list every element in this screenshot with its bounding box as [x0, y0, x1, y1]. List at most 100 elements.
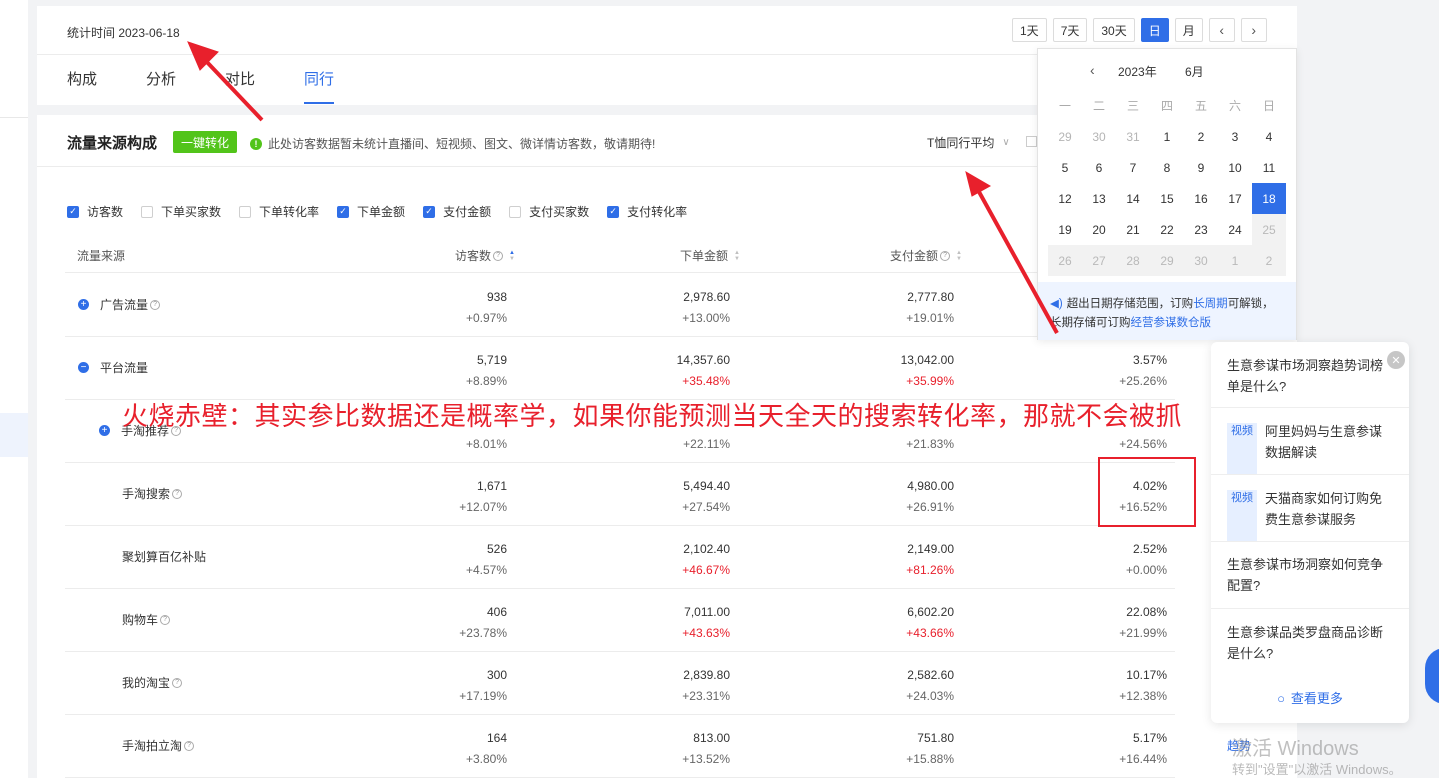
tab-composition[interactable]: 构成	[67, 68, 97, 104]
expand-icon[interactable]: +	[99, 425, 110, 436]
calendar-day[interactable]: 5	[1048, 152, 1082, 183]
checkbox-checked-icon[interactable]: ✓	[607, 205, 620, 218]
checkbox-unchecked-icon[interactable]	[509, 205, 522, 218]
help-article-1[interactable]: 生意参谋市场洞察趋势词榜单是什么?	[1211, 354, 1409, 408]
sort-icon[interactable]: ▲ ▼	[509, 250, 515, 262]
checkbox-checked-icon[interactable]: ✓	[423, 205, 436, 218]
tab-compare[interactable]: 对比	[225, 68, 255, 104]
calendar-day[interactable]: 9	[1184, 152, 1218, 183]
calendar-day[interactable]: 4	[1252, 121, 1286, 152]
calendar-day[interactable]: 31	[1116, 121, 1150, 152]
calendar-day[interactable]: 23	[1184, 214, 1218, 245]
metric-order-amount[interactable]: ✓ 下单金额	[337, 203, 405, 220]
long-period-link[interactable]: 长周期	[1193, 298, 1228, 310]
sidebar-active-highlight[interactable]	[0, 413, 28, 457]
checkbox-unchecked-icon[interactable]	[239, 205, 252, 218]
cell-value: 14,357.60	[676, 353, 730, 367]
table-row[interactable]: 手淘拍立淘? 164 +3.80% 813.00 +13.52% 751.80 +15.88…	[65, 715, 1175, 778]
table-row[interactable]: 我的淘宝? 300 +17.19% 2,839.80 +23.31% 2,582.60 +2…	[65, 652, 1175, 715]
calendar-day[interactable]: 1	[1150, 121, 1184, 152]
checkbox-checked-icon[interactable]: ✓	[337, 205, 350, 218]
metric-visitors[interactable]: ✓ 访客数	[67, 203, 123, 220]
collapse-icon[interactable]: −	[78, 362, 89, 373]
help-icon[interactable]: ?	[493, 250, 504, 261]
metric-pay-buyers[interactable]: 支付买家数	[509, 203, 589, 220]
sort-icon[interactable]: ▲ ▼	[734, 250, 740, 262]
calendar-day[interactable]: 21	[1116, 214, 1150, 245]
metric-pay-amount[interactable]: ✓ 支付金额	[423, 203, 491, 220]
range-day-button[interactable]: 日	[1140, 18, 1169, 42]
calendar-day[interactable]: 16	[1184, 183, 1218, 214]
calendar-day[interactable]: 22	[1150, 214, 1184, 245]
calendar-day[interactable]: 14	[1116, 183, 1150, 214]
calendar-day[interactable]: 24	[1218, 214, 1252, 245]
help-article-2[interactable]: 生意参谋市场洞察如何竞争配置?	[1211, 542, 1409, 609]
table-row[interactable]: 购物车? 406 +23.78% 7,011.00 +43.63% 6,602.20 +43…	[65, 589, 1175, 652]
calendar-day[interactable]: 3	[1218, 121, 1252, 152]
chevron-left-icon[interactable]: ‹	[1090, 62, 1095, 78]
table-row[interactable]: 聚划算百亿补贴 526 +4.57% 2,102.40 +46.67% 2,149.00 +…	[65, 526, 1175, 589]
sort-icon[interactable]: ▲ ▼	[956, 250, 962, 262]
calendar-day[interactable]: 13	[1082, 183, 1116, 214]
calendar-day[interactable]: 6	[1082, 152, 1116, 183]
col-pay-amount[interactable]: 支付金额? ▲ ▼	[890, 247, 962, 264]
footer-text: 可解锁，	[1227, 298, 1274, 310]
help-icon[interactable]: ?	[150, 299, 161, 310]
calendar-day[interactable]: 19	[1048, 214, 1082, 245]
metric-order-conversion[interactable]: 下单转化率	[239, 203, 319, 220]
prev-period-button[interactable]: ‹	[1208, 18, 1235, 42]
checkbox-checked-icon[interactable]: ✓	[67, 205, 79, 218]
calendar-day[interactable]: 15	[1150, 183, 1184, 214]
checkbox-unchecked-icon[interactable]	[141, 205, 154, 218]
data-warehouse-link[interactable]: 经营参谋数仓版	[1131, 317, 1212, 329]
range-30-day-button[interactable]: 30天	[1093, 18, 1135, 42]
help-icon[interactable]: ?	[184, 740, 195, 751]
calendar-day[interactable]: 11	[1252, 152, 1286, 183]
calendar-day[interactable]: 29	[1048, 121, 1082, 152]
range-7-day-button[interactable]: 7天	[1052, 18, 1088, 42]
metric-order-buyers[interactable]: 下单买家数	[141, 203, 221, 220]
one-click-convert-button[interactable]: 一键转化	[173, 131, 238, 153]
help-icon[interactable]: ?	[172, 488, 183, 499]
range-month-button[interactable]: 月	[1174, 18, 1203, 42]
calendar-day[interactable]: 17	[1218, 183, 1252, 214]
calendar-day[interactable]: 7	[1116, 152, 1150, 183]
table-row[interactable]: 手淘搜索? 1,671 +12.07% 5,494.40 +27.54% 4,980.00…	[65, 463, 1175, 526]
range-1-day-button[interactable]: 1天	[1012, 18, 1047, 42]
calendar-day-selected[interactable]: 18	[1252, 183, 1286, 214]
table-row[interactable]: − 平台流量 5,719 +8.89% 14,357.60 +35.48% 13,042.0…	[65, 337, 1175, 400]
calendar-day[interactable]: 2	[1184, 121, 1218, 152]
calendar-year[interactable]: 2023年	[1118, 63, 1157, 80]
col-visitors[interactable]: 访客数? ▲ ▼	[455, 247, 515, 264]
calendar-weekdays: 一二三四五六日	[1048, 97, 1286, 114]
col-order-amount[interactable]: 下单金额 ▲ ▼	[680, 247, 740, 264]
calendar-week-row: 19 20 21 22 23 24 25	[1048, 214, 1286, 245]
calendar-day[interactable]: 10	[1218, 152, 1252, 183]
calendar-day: 1	[1218, 245, 1252, 276]
calendar-day[interactable]: 20	[1082, 214, 1116, 245]
calendar-day[interactable]: 8	[1150, 152, 1184, 183]
calendar-day: 26	[1048, 245, 1082, 276]
assistant-bubble[interactable]	[1425, 648, 1439, 704]
help-article-3[interactable]: 生意参谋品类罗盘商品诊断是什么?	[1211, 609, 1409, 676]
cell-change: +27.54%	[682, 500, 730, 514]
calendar-month[interactable]: 6月	[1185, 63, 1204, 80]
peer-checkbox[interactable]	[1026, 136, 1037, 147]
help-video-1[interactable]: 视频 阿里妈妈与生意参谋数据解读	[1211, 408, 1409, 475]
cell-value: 813.00	[693, 731, 730, 745]
tab-analysis[interactable]: 分析	[146, 68, 176, 104]
view-more-label: 查看更多	[1290, 691, 1343, 706]
next-period-button[interactable]: ›	[1240, 18, 1267, 42]
help-video-2[interactable]: 视频 天猫商家如何订购免费生意参谋服务	[1211, 475, 1409, 542]
view-more-link[interactable]: ○ 查看更多	[1211, 688, 1409, 707]
help-icon[interactable]: ?	[172, 677, 183, 688]
peer-average-select[interactable]: T恤同行平均 ∨	[927, 134, 1010, 151]
metric-pay-conversion[interactable]: ✓ 支付转化率	[607, 203, 687, 220]
expand-icon[interactable]: +	[78, 299, 89, 310]
help-icon[interactable]: ?	[940, 250, 951, 261]
calendar-day[interactable]: 12	[1048, 183, 1082, 214]
calendar-day[interactable]: 30	[1082, 121, 1116, 152]
table-row[interactable]: + 广告流量? 938 +0.97% 2,978.60 +13.00% 2,777.80 +1…	[65, 274, 1175, 337]
tab-peer[interactable]: 同行	[304, 68, 335, 104]
help-icon[interactable]: ?	[160, 614, 171, 625]
